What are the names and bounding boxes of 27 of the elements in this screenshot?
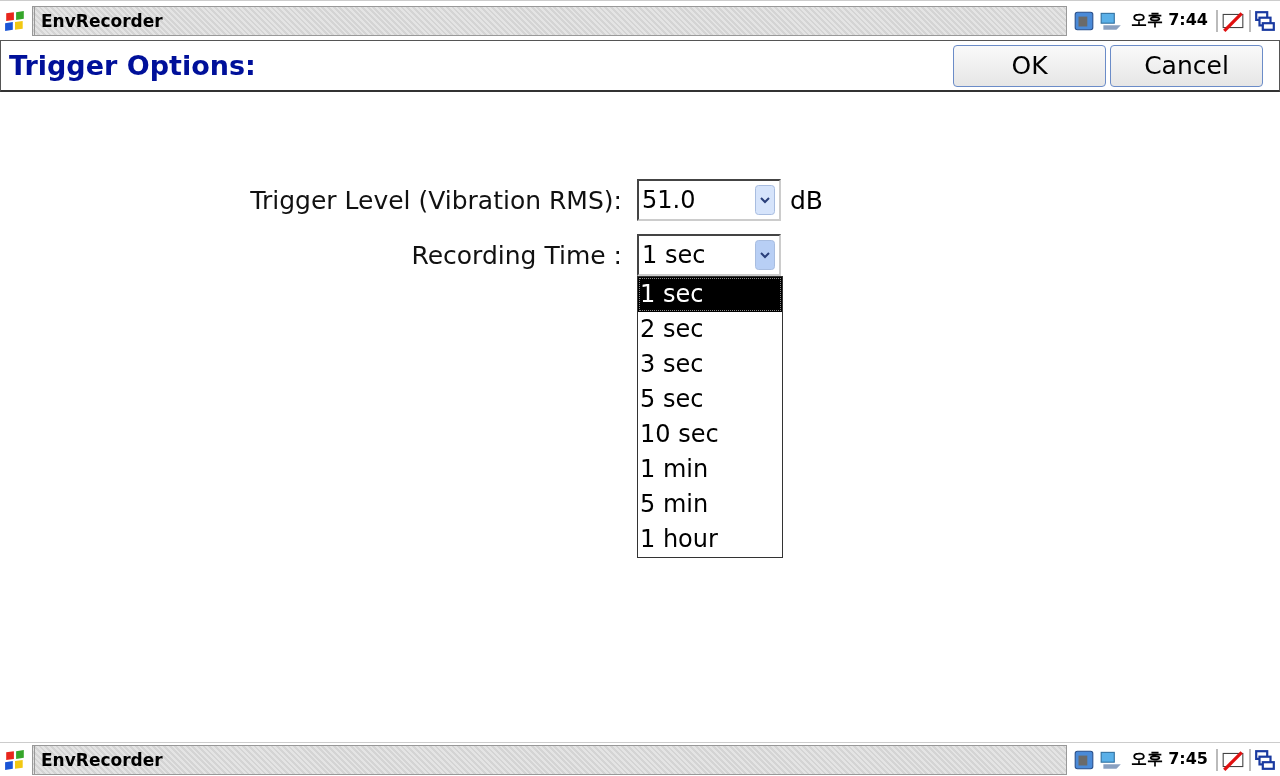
dialog-title: Trigger Options: [9,50,256,81]
dropdown-option[interactable]: 5 sec [638,382,782,417]
field-label: Trigger Level (Vibration RMS): [249,185,622,215]
monitor-icon[interactable] [1072,9,1095,32]
ok-button[interactable]: OK [953,44,1106,87]
input-panel-icon[interactable] [1216,9,1245,32]
dropdown-option[interactable]: 10 sec [638,417,782,452]
dropdown-option[interactable]: 5 min [638,487,782,522]
monitor-icon[interactable] [1072,748,1095,771]
dropdown-option[interactable]: 3 sec [638,347,782,382]
windows-stack-icon[interactable] [1249,9,1276,32]
taskbar-app-button[interactable]: EnvRecorder [32,744,1067,775]
windows-logo-icon[interactable] [4,748,26,771]
clock[interactable]: 오후 7:44 [1126,10,1212,31]
dropdown-option[interactable]: 1 hour [638,522,782,557]
dropdown-option[interactable]: 1 sec [638,277,782,312]
input-panel-icon[interactable] [1216,748,1245,771]
windows-stack-icon[interactable] [1249,748,1276,771]
cancel-button[interactable]: Cancel [1110,44,1263,87]
dropdown-field[interactable]: 51.0 [637,179,781,221]
clock[interactable]: 오후 7:45 [1126,749,1212,770]
unit-label: dB [790,185,825,215]
dropdown-option[interactable]: 2 sec [638,312,782,347]
dropdown-option[interactable]: 1 min [638,452,782,487]
taskbar-app-button[interactable]: EnvRecorder [32,5,1067,36]
field-label: Recording Time : [410,240,622,270]
windows-logo-icon[interactable] [4,9,26,32]
